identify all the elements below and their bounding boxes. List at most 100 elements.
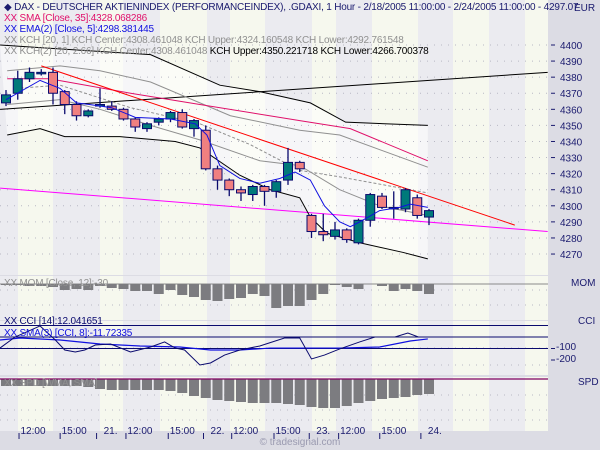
legend-mom[interactable]: XX MOM [Close, 12]:-30	[4, 278, 108, 289]
spd-bar	[294, 379, 305, 405]
x-tick-label: 15:00	[62, 426, 87, 437]
spd-bar	[106, 379, 117, 390]
spd-bar	[283, 379, 293, 404]
mom-bar	[377, 284, 387, 286]
background-stripe	[525, 377, 548, 431]
currency-label: EUR	[574, 3, 596, 14]
symbol-icon: ◆	[4, 2, 15, 13]
background-stripe	[453, 0, 489, 275]
background-stripe	[123, 276, 160, 320]
mom-bar	[341, 284, 352, 287]
spd-bar	[165, 379, 176, 391]
candle	[200, 129, 211, 170]
candle	[224, 179, 235, 191]
candle	[424, 210, 434, 218]
y-tick-label: 4300	[560, 202, 583, 213]
legend-cci[interactable]: XX CCI [14]:12.041651	[4, 316, 103, 327]
background-stripe	[489, 0, 525, 275]
legend-spd[interactable]: XX SPD [WMA, SMA]	[4, 378, 97, 389]
candle	[259, 186, 270, 192]
spd-bar	[189, 379, 199, 396]
candle	[36, 71, 47, 75]
mom-bar	[306, 284, 317, 300]
candle	[341, 229, 352, 241]
y-tick-label: 4320	[560, 170, 583, 181]
candle	[48, 71, 58, 94]
candle	[24, 71, 35, 80]
candle	[142, 123, 152, 130]
spd-bar	[118, 379, 129, 390]
mom-bar	[353, 284, 364, 289]
mom-bar	[212, 284, 223, 301]
x-tick-label: 15:00	[275, 426, 300, 437]
x-tick-label: 12:00	[233, 426, 258, 437]
legend-ema[interactable]: XX EMA(2) [Close, 5]:4298.381445	[4, 24, 154, 35]
mom-bar	[224, 284, 235, 299]
spd-bar	[271, 379, 282, 403]
y-tick-label: 4350	[560, 121, 583, 132]
candle	[306, 214, 317, 233]
spd-bar	[142, 379, 152, 390]
x-tick-label: 12:00	[21, 426, 46, 437]
mom-bar	[400, 284, 411, 289]
x-tick-label: 23.	[316, 426, 330, 437]
spd-bar	[224, 379, 235, 401]
candle	[412, 197, 423, 216]
spd-bar	[236, 379, 246, 402]
spd-bar	[400, 379, 411, 397]
background-stripe	[160, 276, 207, 320]
candle	[294, 161, 305, 170]
mom-bar	[200, 284, 211, 300]
mom-bar	[330, 284, 340, 285]
mom-bar	[153, 284, 164, 294]
spd-bar	[377, 379, 387, 399]
mom-bar	[271, 284, 282, 308]
spd-bar	[353, 379, 364, 403]
mom-bar	[283, 284, 293, 306]
cci-panel-label: CCI	[578, 316, 596, 327]
background-stripe	[489, 377, 525, 431]
footer-copyright: © tradesignal.com	[259, 437, 341, 448]
candle	[59, 91, 70, 105]
cci-tick-label: -100	[556, 342, 577, 353]
spd-bar	[177, 379, 188, 393]
spd-bar	[153, 379, 164, 390]
background-stripe	[525, 0, 548, 275]
background-stripe	[418, 377, 453, 431]
candle	[283, 161, 293, 181]
legend-sma[interactable]: XX SMA [Close, 35]:4328.068286	[4, 13, 147, 24]
candle	[177, 112, 188, 128]
x-tick-label: 12:00	[340, 426, 365, 437]
mom-panel-label: MOM	[571, 278, 596, 289]
y-tick-label: 4270	[560, 250, 583, 261]
candle	[71, 103, 82, 117]
spd-bar	[306, 379, 317, 407]
x-tick-label: 15:00	[170, 426, 195, 437]
mom-bar	[142, 284, 152, 291]
legend-kch[interactable]: XX KCH [20, 1] KCH Center:4308.461048 KC…	[4, 35, 404, 46]
y-tick-label: 4360	[560, 105, 583, 116]
cci-tick-label: -200	[556, 354, 577, 365]
spd-bar	[247, 379, 258, 403]
background-stripe	[418, 276, 453, 320]
mom-bar	[412, 284, 423, 291]
spd-bar	[388, 379, 399, 398]
mom-bar	[424, 284, 434, 294]
candle	[330, 229, 340, 237]
legend-cci-sma[interactable]: XX SMA(3) [CCI, 8]:-11.72335	[4, 328, 132, 339]
spd-bar	[341, 379, 352, 406]
spd-bar	[212, 379, 223, 400]
spd-bar	[412, 379, 423, 395]
candle	[212, 168, 223, 181]
spd-bar	[200, 379, 211, 398]
candle	[271, 181, 282, 192]
candle	[1, 94, 11, 104]
mom-bar	[294, 284, 305, 306]
mom-bar	[106, 284, 117, 288]
x-tick-label: 24.	[428, 426, 442, 437]
spd-bar	[259, 379, 270, 403]
spd-bar	[318, 379, 329, 408]
candle	[247, 186, 258, 196]
legend-kch2[interactable]: XX KCH(2) [20, 2.66] KCH Center:4308.461…	[4, 46, 429, 57]
background-stripe	[525, 276, 548, 320]
